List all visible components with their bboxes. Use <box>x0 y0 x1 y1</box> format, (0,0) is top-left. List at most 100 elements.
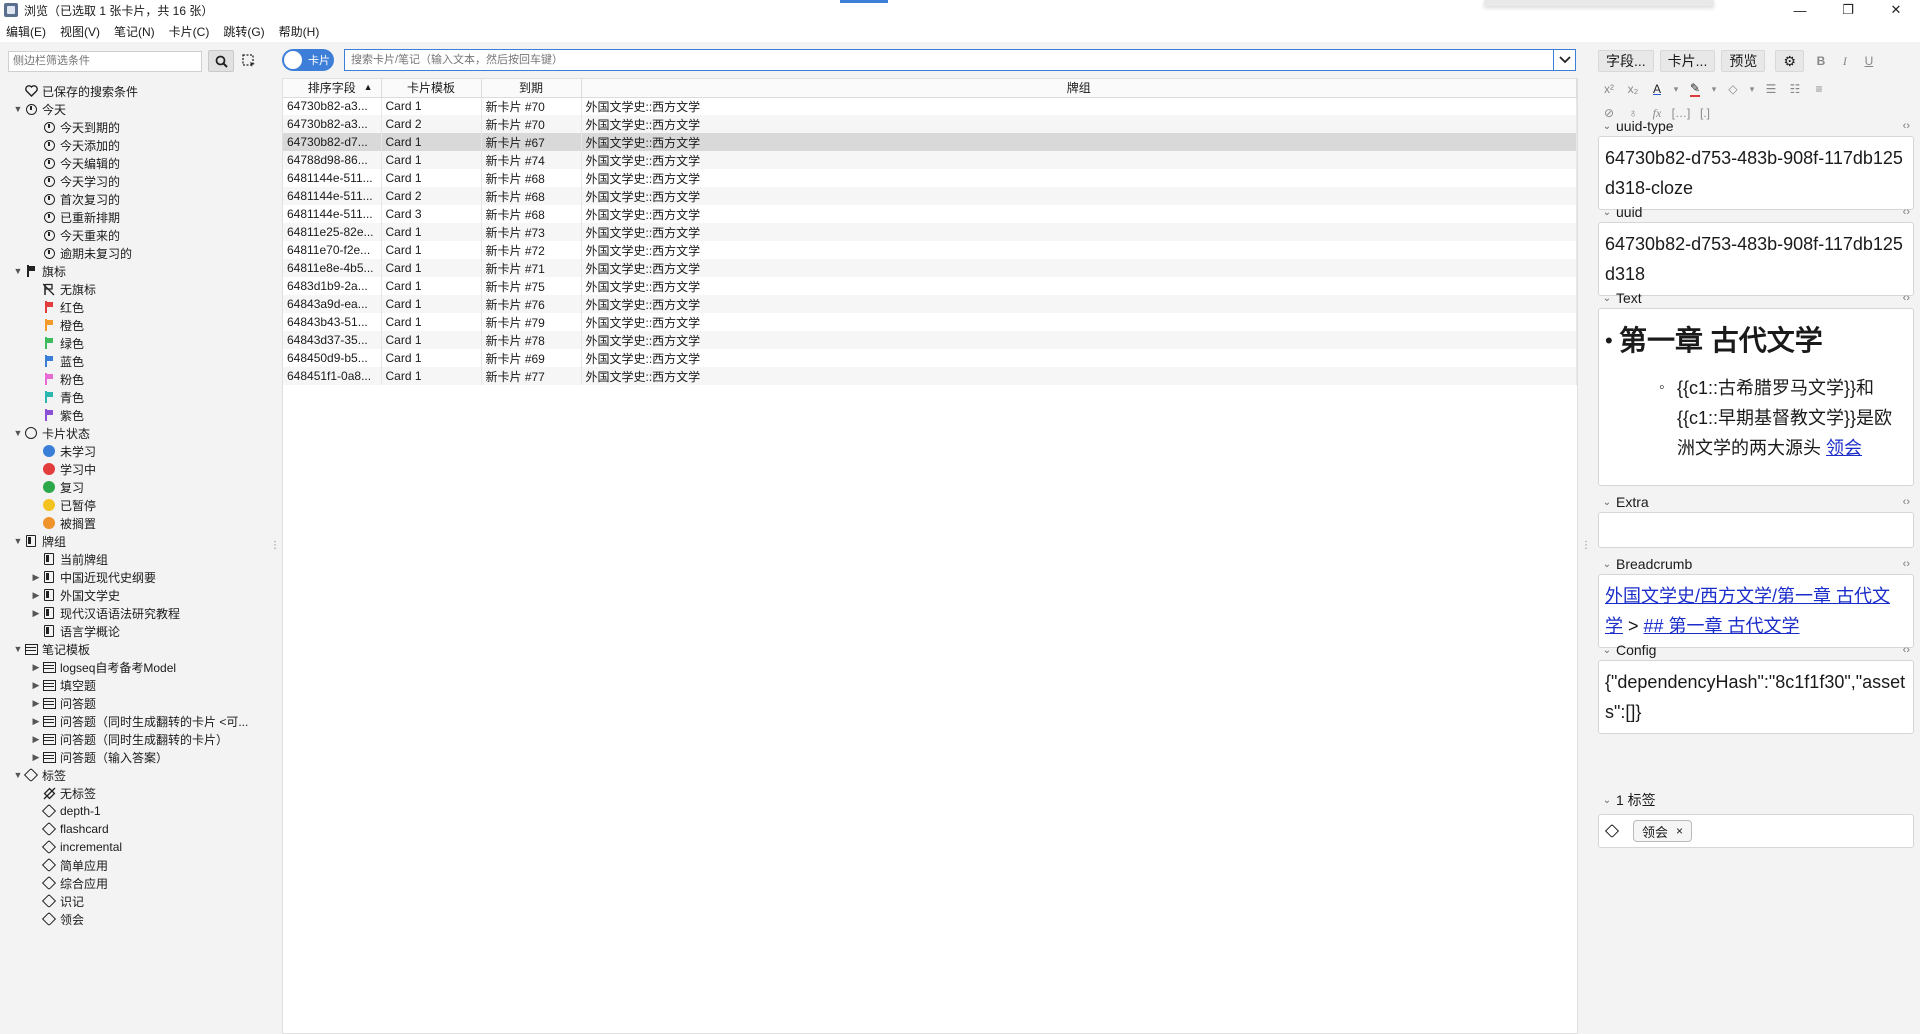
sidebar-item-today-due[interactable]: 今天到期的 <box>0 118 278 136</box>
italic-button[interactable]: I <box>1834 50 1856 72</box>
field-editor-config[interactable]: {"dependencyHash":"8c1f1f30","assets":[]… <box>1598 660 1914 734</box>
chevron-down-icon[interactable]: ⌄ <box>1598 645 1616 656</box>
sidebar-item-note-type[interactable]: ▶ 填空题 <box>0 676 278 694</box>
chevron-down-icon[interactable]: ▼ <box>12 644 24 654</box>
sidebar-item-flag-purple[interactable]: 紫色 <box>0 406 278 424</box>
sidebar-item-rescheduled[interactable]: 已重新排期 <box>0 208 278 226</box>
chevron-right-icon[interactable]: ▶ <box>30 752 42 763</box>
sidebar-item-tag[interactable]: 领会 <box>0 910 278 928</box>
close-button[interactable]: ✕ <box>1872 0 1920 20</box>
settings-button[interactable]: ⚙ <box>1775 50 1804 72</box>
sidebar-item-deck[interactable]: ▶ 外国文学史 <box>0 586 278 604</box>
chevron-down-icon[interactable]: ▼ <box>12 104 24 114</box>
minimize-button[interactable]: — <box>1776 0 1824 20</box>
sidebar-item-today-edited[interactable]: 今天编辑的 <box>0 154 278 172</box>
chevron-right-icon[interactable]: ▶ <box>30 608 42 619</box>
table-row[interactable]: 64811e8e-4b5... Card 1 新卡片 #71 外国文学史::西方文学 <box>283 259 1577 277</box>
sidebar-item-state-suspended[interactable]: 已暂停 <box>0 496 278 514</box>
column-header-sort-field[interactable]: 排序字段 ▲ <box>283 79 382 98</box>
highlight-dropdown[interactable]: ▾ <box>1708 78 1720 100</box>
sidebar-item-saved-searches[interactable]: 已保存的搜索条件 <box>0 82 278 100</box>
sidebar-item-flags[interactable]: ▼ 旗标 <box>0 262 278 280</box>
table-row[interactable]: 64811e70-f2e... Card 1 新卡片 #72 外国文学史::西方文学 <box>283 241 1577 259</box>
sidebar-search-button[interactable] <box>208 50 234 72</box>
sidebar-item-tag[interactable]: 简单应用 <box>0 856 278 874</box>
chevron-right-icon[interactable]: ▶ <box>30 662 42 673</box>
tags-header[interactable]: ⌄ 1 标签 <box>1598 790 1656 810</box>
maximize-button[interactable]: ❐ <box>1824 0 1872 20</box>
table-row[interactable]: 64788d98-86... Card 1 新卡片 #74 外国文学史::西方文学 <box>283 151 1577 169</box>
table-row[interactable]: 6481144e-511... Card 3 新卡片 #68 外国文学史::西方文学 <box>283 205 1577 223</box>
breadcrumb-link-heading[interactable]: ## 第一章 古代文学 <box>1644 616 1800 636</box>
sidebar-item-tag[interactable]: flashcard <box>0 820 278 838</box>
chevron-down-icon[interactable]: ⌄ <box>1598 795 1616 806</box>
subscript-button[interactable]: x₂ <box>1622 78 1644 100</box>
text-tag-link[interactable]: 领会 <box>1826 438 1862 458</box>
underline-button[interactable]: U <box>1858 50 1880 72</box>
chevron-down-icon[interactable]: ⌄ <box>1598 121 1616 132</box>
field-header[interactable]: ⌄ Text ‹› <box>1598 288 1914 308</box>
cards-button[interactable]: 卡片... <box>1659 50 1716 72</box>
chevron-down-icon[interactable]: ⌄ <box>1598 559 1616 570</box>
search-input[interactable] <box>345 50 1553 70</box>
table-row[interactable]: 6483d1b9-2a... Card 1 新卡片 #75 外国文学史::西方文学 <box>283 277 1577 295</box>
chevron-down-icon[interactable]: ▼ <box>12 536 24 546</box>
highlight-button[interactable]: ✎ <box>1684 78 1706 100</box>
sidebar-item-state-learning[interactable]: 学习中 <box>0 460 278 478</box>
sidebar-item-flag-red[interactable]: 红色 <box>0 298 278 316</box>
chevron-right-icon[interactable]: ▶ <box>30 572 42 583</box>
menu-go[interactable]: 跳转(G) <box>223 23 264 40</box>
sidebar-item-flag-turquoise[interactable]: 青色 <box>0 388 278 406</box>
field-header[interactable]: ⌄ uuid-type ‹› <box>1598 116 1914 136</box>
chevron-down-icon[interactable]: ⌄ <box>1598 497 1616 508</box>
sidebar-item-flag-green[interactable]: 绿色 <box>0 334 278 352</box>
chevron-down-icon[interactable]: ▼ <box>12 266 24 276</box>
bold-button[interactable]: B <box>1810 50 1832 72</box>
sidebar-item-first-review[interactable]: 首次复习的 <box>0 190 278 208</box>
sidebar-item-deck[interactable]: ▶ 现代汉语语法研究教程 <box>0 604 278 622</box>
remove-tag-icon[interactable]: × <box>1676 824 1683 838</box>
sidebar-item-note-type[interactable]: ▶ logseq自考备考Model <box>0 658 278 676</box>
chevron-down-icon[interactable]: ▼ <box>12 770 24 780</box>
chevron-right-icon[interactable]: ▶ <box>30 734 42 745</box>
sidebar-item-deck[interactable]: 语言学概论 <box>0 622 278 640</box>
sidebar-item-flag-orange[interactable]: 橙色 <box>0 316 278 334</box>
sidebar-filter-input[interactable] <box>8 50 202 72</box>
text-color-button[interactable]: A <box>1646 78 1668 100</box>
sidebar-item-current-deck[interactable]: 当前牌组 <box>0 550 278 568</box>
tag-editor[interactable]: 领会 × <box>1598 814 1914 848</box>
field-header[interactable]: ⌄ Breadcrumb ‹› <box>1598 554 1914 574</box>
chevron-right-icon[interactable]: ▶ <box>30 716 42 727</box>
sidebar-splitter[interactable] <box>270 540 280 552</box>
html-editor-toggle-icon[interactable]: ‹› <box>1903 558 1910 570</box>
sidebar-item-overdue[interactable]: 逾期未复习的 <box>0 244 278 262</box>
column-header-deck[interactable]: 牌组 <box>581 79 1577 98</box>
sidebar-item-tag[interactable]: depth-1 <box>0 802 278 820</box>
field-editor-uuid[interactable]: 64730b82-d753-483b-908f-117db125d318 <box>1598 222 1914 296</box>
chevron-down-icon[interactable]: ▼ <box>12 428 24 438</box>
table-row[interactable]: 64730b82-a3... Card 2 新卡片 #70 外国文学史::西方文学 <box>283 115 1577 133</box>
html-editor-toggle-icon[interactable]: ‹› <box>1903 644 1910 656</box>
table-row[interactable]: 64843d37-35... Card 1 新卡片 #78 外国文学史::西方文学 <box>283 331 1577 349</box>
sidebar-item-tag[interactable]: 识记 <box>0 892 278 910</box>
table-row[interactable]: 6481144e-511... Card 2 新卡片 #68 外国文学史::西方文学 <box>283 187 1577 205</box>
chevron-right-icon[interactable]: ▶ <box>30 590 42 601</box>
menu-view[interactable]: 视图(V) <box>60 23 100 40</box>
chevron-down-icon[interactable]: ⌄ <box>1598 293 1616 304</box>
eraser-dropdown[interactable]: ▾ <box>1746 78 1758 100</box>
table-row[interactable]: 648451f1-0a8... Card 1 新卡片 #77 外国文学史::西方文学 <box>283 367 1577 385</box>
sidebar-item-note-type[interactable]: ▶ 问答题 <box>0 694 278 712</box>
superscript-button[interactable]: x² <box>1598 78 1620 100</box>
table-row[interactable]: 64843b43-51... Card 1 新卡片 #79 外国文学史::西方文学 <box>283 313 1577 331</box>
sidebar-item-tags[interactable]: ▼ 标签 <box>0 766 278 784</box>
ordered-list-button[interactable]: ☷ <box>1784 78 1806 100</box>
fields-button[interactable]: 字段... <box>1598 50 1654 72</box>
menu-cards[interactable]: 卡片(C) <box>169 23 210 40</box>
sidebar-item-tag[interactable]: 综合应用 <box>0 874 278 892</box>
sidebar-item-today-again[interactable]: 今天重来的 <box>0 226 278 244</box>
chevron-right-icon[interactable]: ▶ <box>30 680 42 691</box>
selection-tool-button[interactable] <box>238 50 260 72</box>
align-button[interactable]: ≡ <box>1808 78 1830 100</box>
field-header[interactable]: ⌄ Config ‹› <box>1598 640 1914 660</box>
eraser-button[interactable]: ◇ <box>1722 78 1744 100</box>
